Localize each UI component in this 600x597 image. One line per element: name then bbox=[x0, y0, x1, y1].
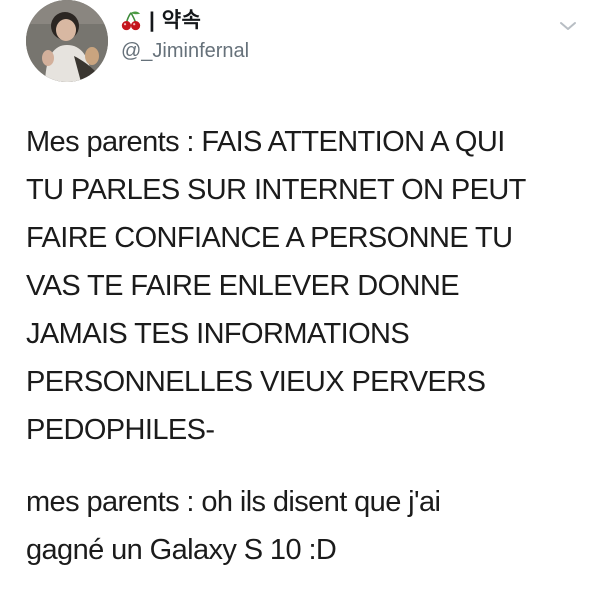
profile-photo-icon bbox=[26, 0, 108, 82]
tweet-header: | 약속 @_Jiminfernal bbox=[0, 0, 600, 90]
display-name[interactable]: | 약속 bbox=[149, 8, 201, 34]
tweet-paragraph-galaxy-message: mes parents : oh ils disent que j'ai gag… bbox=[26, 486, 441, 566]
name-row: | 약속 bbox=[120, 8, 201, 34]
tweet-menu-button[interactable] bbox=[556, 14, 580, 38]
chevron-down-icon bbox=[560, 22, 576, 30]
avatar[interactable] bbox=[26, 0, 108, 82]
user-handle[interactable]: @_Jiminfernal bbox=[121, 39, 249, 63]
tweet-card: | 약속 @_Jiminfernal Mes parents : FAIS AT… bbox=[0, 0, 600, 597]
tweet-paragraph-parents-warning: Mes parents : FAIS ATTENTION A QUI TU PA… bbox=[26, 126, 526, 446]
cherry-icon bbox=[121, 11, 141, 31]
tweet-text: Mes parents : FAIS ATTENTION A QUI TU PA… bbox=[26, 118, 586, 566]
